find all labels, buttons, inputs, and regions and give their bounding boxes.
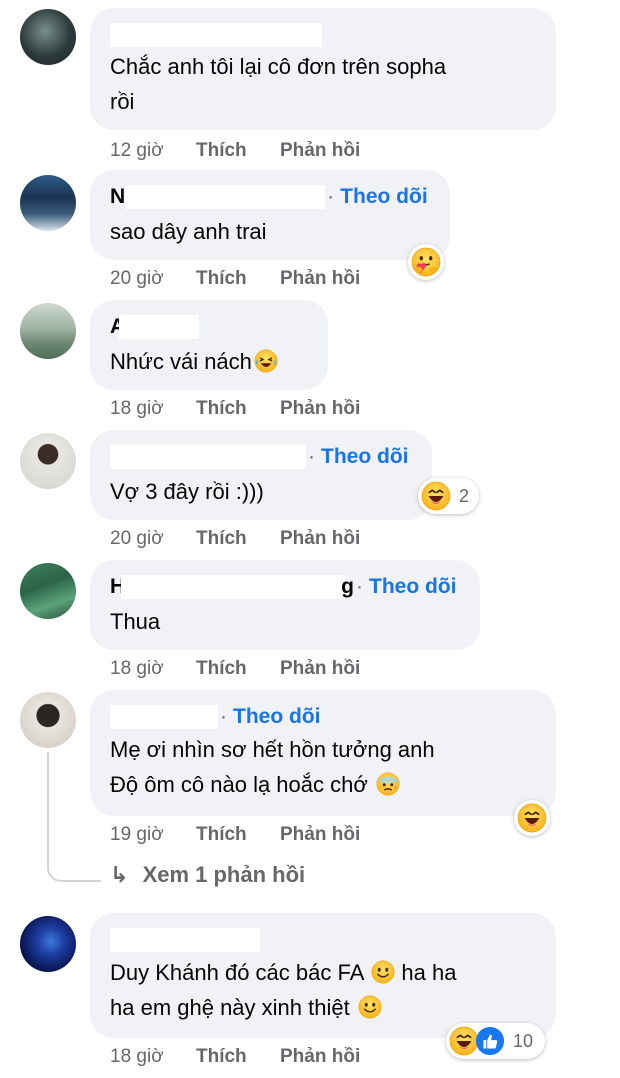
like-button[interactable]: Thích <box>196 398 280 420</box>
follow-button[interactable]: Theo dõi <box>340 185 428 209</box>
comment-text: Nhức vái nách <box>110 344 278 379</box>
comment-time[interactable]: 18 giờ <box>110 1046 196 1068</box>
comment-bubble: H g · Theo dõi Thua <box>90 560 480 650</box>
reply-button[interactable]: Phản hồi <box>280 824 360 846</box>
comment-time[interactable]: 18 giờ <box>110 398 196 420</box>
avatar[interactable] <box>20 175 76 231</box>
avatar[interactable] <box>20 9 76 65</box>
follow-button[interactable]: Theo dõi <box>321 445 409 469</box>
like-button[interactable]: Thích <box>196 824 280 846</box>
redacted-name <box>125 185 326 209</box>
comment-time[interactable]: 18 giờ <box>110 658 196 680</box>
commenter-name[interactable]: · Theo dõi <box>110 444 409 470</box>
like-emoji-icon <box>475 1026 505 1056</box>
comment-bubble: N · Theo dõi sao dây anh trai <box>90 170 450 260</box>
comment-bubble: Duy Khánh đó các bác FA ha ha ha em ghệ … <box>90 913 556 1038</box>
redacted-name <box>119 315 200 339</box>
reaction-count: 10 <box>513 1030 534 1051</box>
care-emoji-icon <box>411 247 441 277</box>
redacted-name <box>110 23 322 47</box>
laughing-tears-emoji-icon <box>254 349 278 373</box>
comment-actions: 18 giờ Thích Phản hồi <box>110 1046 360 1068</box>
avatar[interactable] <box>20 563 76 619</box>
comment-text: Vợ 3 đây rồi :))) <box>110 479 264 504</box>
commenter-name[interactable]: · Theo dõi <box>110 704 321 730</box>
comment-actions: 19 giờ Thích Phản hồi <box>110 824 360 846</box>
commenter-name[interactable]: N · Theo dõi <box>110 184 428 210</box>
reaction-summary[interactable]: 2 <box>418 478 480 514</box>
reply-arrow-icon: ↳ <box>110 862 129 887</box>
comment-text: sao dây anh trai <box>110 219 267 244</box>
reply-button[interactable]: Phản hồi <box>280 140 360 162</box>
comment-actions: 18 giờ Thích Phản hồi <box>110 398 360 420</box>
redacted-name <box>110 445 306 469</box>
comment-time[interactable]: 12 giờ <box>110 140 196 162</box>
avatar[interactable] <box>20 692 76 748</box>
reply-button[interactable]: Phản hồi <box>280 268 360 290</box>
reply-button[interactable]: Phản hồi <box>280 658 360 680</box>
view-replies-link[interactable]: ↳ Xem 1 phản hồi <box>110 862 305 888</box>
commenter-name[interactable] <box>110 927 260 953</box>
haha-emoji-icon <box>517 803 547 833</box>
reply-button[interactable]: Phản hồi <box>280 528 360 550</box>
comment-bubble: · Theo dõi Vợ 3 đây rồi :))) <box>90 430 432 520</box>
commenter-name[interactable]: H g · Theo dõi <box>110 574 457 600</box>
redacted-name <box>110 928 260 952</box>
comment-text: Thua <box>110 609 161 634</box>
redacted-name <box>121 575 346 599</box>
comment-text: Duy Khánh đó các bác FA ha ha ha em ghệ … <box>110 960 457 1020</box>
follow-button[interactable]: Theo dõi <box>233 705 321 729</box>
comment-actions: 20 giờ Thích Phản hồi <box>110 268 360 290</box>
comment-text: Chắc anh tôi lại cô đơn trên sopha rồi <box>110 54 447 114</box>
reply-button[interactable]: Phản hồi <box>280 398 360 420</box>
like-button[interactable]: Thích <box>196 658 280 680</box>
like-button[interactable]: Thích <box>196 528 280 550</box>
comment-actions: 20 giờ Thích Phản hồi <box>110 528 360 550</box>
redacted-name <box>110 705 218 729</box>
comment-time[interactable]: 20 giờ <box>110 268 196 290</box>
comment-text: Mẹ ơi nhìn sơ hết hồn tưởng anh Độ ôm cô… <box>110 737 435 797</box>
hot-face-emoji-icon <box>376 772 400 796</box>
reply-button[interactable]: Phản hồi <box>280 1046 360 1068</box>
comment-bubble: A Nhức vái nách <box>90 300 328 390</box>
smile-emoji-icon <box>358 995 382 1019</box>
smile-emoji-icon <box>371 960 395 984</box>
comment-time[interactable]: 20 giờ <box>110 528 196 550</box>
commenter-name[interactable]: A <box>110 314 200 340</box>
comment-actions: 18 giờ Thích Phản hồi <box>110 658 360 680</box>
comment-time[interactable]: 19 giờ <box>110 824 196 846</box>
reaction-count: 2 <box>459 485 470 506</box>
avatar[interactable] <box>20 433 76 489</box>
commenter-name[interactable] <box>110 22 322 48</box>
follow-button[interactable]: Theo dõi <box>369 575 457 599</box>
reaction-summary[interactable] <box>514 800 550 836</box>
avatar[interactable] <box>20 916 76 972</box>
reaction-summary[interactable] <box>408 244 444 280</box>
comment-actions: 12 giờ Thích Phản hồi <box>110 140 360 162</box>
like-button[interactable]: Thích <box>196 1046 280 1068</box>
comment-bubble: · Theo dõi Mẹ ơi nhìn sơ hết hồn tưởng a… <box>90 690 556 816</box>
like-button[interactable]: Thích <box>196 268 280 290</box>
comment-bubble: Chắc anh tôi lại cô đơn trên sopha rồi <box>90 8 556 130</box>
reaction-summary[interactable]: 10 <box>446 1023 546 1059</box>
haha-emoji-icon <box>421 481 451 511</box>
like-button[interactable]: Thích <box>196 140 280 162</box>
avatar[interactable] <box>20 303 76 359</box>
